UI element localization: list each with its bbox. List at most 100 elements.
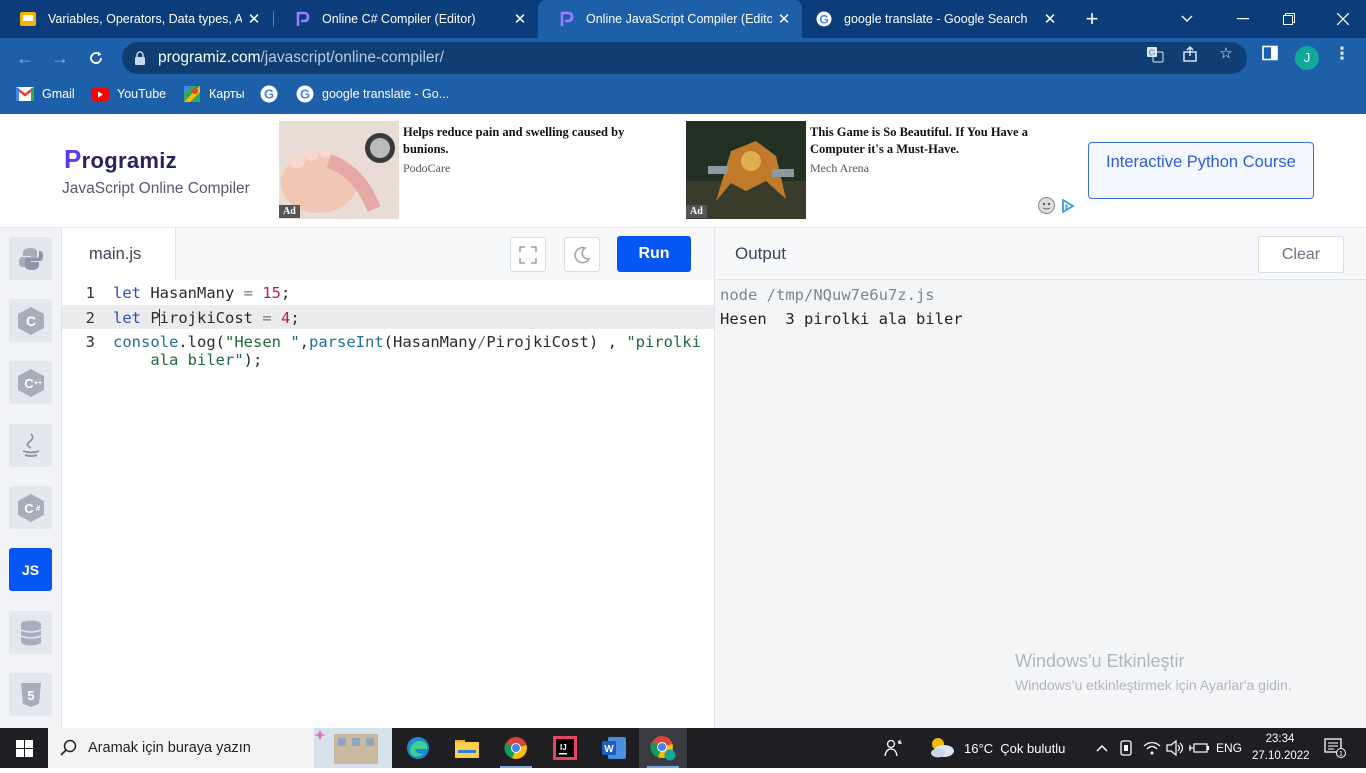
window-close-icon[interactable] [1320, 0, 1366, 38]
fullscreen-icon[interactable] [510, 237, 546, 272]
google-icon: G [816, 11, 832, 27]
cpp-icon[interactable]: C ++ [9, 361, 52, 404]
programiz-logo[interactable]: Programiz [64, 144, 177, 175]
back-arrow-icon[interactable]: ← [12, 46, 38, 70]
taskbar-clock[interactable]: 23:34 27.10.2022 [1252, 731, 1310, 765]
ad-headline: Helps reduce pain and swelling caused by… [403, 125, 625, 156]
svg-text:5: 5 [27, 688, 34, 703]
meet-now-icon[interactable] [1120, 728, 1134, 768]
line-number: 1 [85, 284, 95, 302]
url-text: programiz.com/javascript/online-compiler… [158, 49, 444, 67]
bookmark-youtube[interactable]: YouTube [91, 78, 166, 110]
svg-text:C: C [24, 501, 34, 516]
sql-database-icon[interactable] [9, 611, 52, 654]
logo-text: rogramiz [81, 148, 177, 173]
browser-tab-4[interactable]: G google translate - Google Search ✕ [802, 0, 1068, 38]
close-icon[interactable]: ✕ [508, 10, 532, 28]
c-language-icon[interactable]: C [9, 299, 52, 342]
bookmark-label: google translate - Go... [322, 87, 450, 101]
forward-arrow-icon[interactable]: → [47, 46, 73, 70]
ad-choices[interactable] [1038, 197, 1075, 217]
translate-icon[interactable]: G [1146, 45, 1164, 63]
word-icon[interactable]: W [590, 728, 638, 768]
python-icon[interactable] [9, 237, 52, 280]
tab-search-chevron-icon[interactable] [1164, 0, 1210, 38]
java-icon[interactable] [9, 424, 52, 467]
browser-tab-1[interactable]: Variables, Operators, Data types, Alg ✕ [0, 0, 272, 38]
output-panel: Output Clear node /tmp/NQuw7e6u7z.js Hes… [714, 228, 1366, 728]
csharp-icon[interactable]: C # [9, 486, 52, 529]
volume-icon[interactable] [1166, 728, 1184, 768]
dark-mode-moon-icon[interactable] [564, 237, 600, 272]
close-icon[interactable]: ✕ [1038, 10, 1062, 28]
browser-tab-3-active[interactable]: Online JavaScript Compiler (Editor) ✕ [538, 0, 802, 38]
activation-watermark-text: Windows'u etkinleştirmek için Ayarlar'a … [1015, 677, 1292, 693]
share-icon[interactable] [1182, 45, 1200, 63]
file-tab-main-js[interactable]: main.js [62, 228, 176, 280]
svg-text:G: G [819, 13, 828, 27]
ad-source: Mech Arena [810, 161, 869, 175]
bookmark-google-translate[interactable]: G google translate - Go... [296, 78, 449, 110]
new-tab-plus-icon[interactable]: + [1080, 6, 1104, 32]
bookmark-label: Gmail [42, 87, 75, 101]
svg-text:++: ++ [33, 380, 41, 387]
side-panel-icon[interactable] [1261, 45, 1279, 63]
bookmark-google[interactable]: G [260, 78, 286, 110]
code-text: let HasanMany = 15; [113, 284, 291, 302]
svg-text:C: C [25, 313, 35, 329]
interactive-python-course-button[interactable]: Interactive Python Course [1088, 142, 1314, 199]
chrome-profile-icon[interactable] [639, 728, 687, 768]
edge-icon[interactable] [394, 728, 442, 768]
notification-center-icon[interactable]: 1 [1324, 728, 1346, 768]
close-icon[interactable]: ✕ [772, 10, 796, 28]
minimize-icon[interactable] [1220, 0, 1266, 38]
input-language[interactable]: ENG [1216, 728, 1242, 768]
battery-icon[interactable] [1189, 728, 1209, 768]
bookmark-star-icon[interactable]: ☆ [1217, 45, 1235, 63]
svg-text:#: # [35, 504, 40, 513]
search-placeholder: Aramak için buraya yazın [88, 740, 251, 756]
code-line: 3 console.log("Hesen ",parseInt(HasanMan… [62, 329, 714, 378]
wifi-icon[interactable] [1143, 728, 1161, 768]
ad-source: PodoCare [403, 161, 451, 175]
restore-icon[interactable] [1266, 0, 1312, 38]
gmail-icon [16, 86, 34, 102]
maps-icon [183, 86, 201, 102]
jetbrains-ide-icon[interactable]: IJ [541, 728, 589, 768]
svg-text:G: G [264, 87, 274, 102]
code-area[interactable]: 1 let HasanMany = 15; 2 let PirojkiCost … [62, 280, 714, 378]
run-button[interactable]: Run [617, 236, 691, 272]
address-bar[interactable]: programiz.com/javascript/online-compiler… [122, 42, 1247, 74]
taskbar-search[interactable]: Aramak için buraya yazın [48, 728, 392, 768]
tab-title: Online C# Compiler (Editor) [322, 12, 476, 26]
tab-title: Variables, Operators, Data types, Alg [48, 12, 242, 26]
svg-text:C: C [24, 376, 34, 391]
reload-icon[interactable] [83, 46, 109, 70]
tray-chevron-up-icon[interactable] [1096, 728, 1108, 768]
kebab-menu-icon[interactable]: ⋮ [1333, 45, 1351, 63]
html5-icon[interactable]: 5 [9, 673, 52, 716]
bookmark-maps[interactable]: Карты [183, 78, 245, 110]
clear-button[interactable]: Clear [1258, 236, 1344, 273]
profile-avatar[interactable]: J [1295, 46, 1319, 70]
output-console: node /tmp/NQuw7e6u7z.js Hesen 3 pirolki … [720, 283, 963, 331]
javascript-icon[interactable]: JS [9, 548, 52, 591]
ad-mech-arena[interactable]: Ad This Game is So Beautiful. If You Hav… [686, 121, 1066, 219]
windows-start-icon[interactable] [0, 728, 48, 768]
clock-time: 23:34 [1265, 733, 1295, 745]
close-icon[interactable]: ✕ [242, 10, 266, 28]
people-icon[interactable] [884, 728, 904, 768]
bookmark-gmail[interactable]: Gmail [16, 78, 75, 110]
browser-tab-2[interactable]: Online C# Compiler (Editor) ✕ [274, 0, 538, 38]
chrome-icon[interactable] [492, 728, 540, 768]
file-explorer-icon[interactable] [443, 728, 491, 768]
programiz-icon [558, 11, 574, 27]
svg-text:G: G [300, 87, 310, 102]
weather-text: 16°C Çok bulutlu [964, 740, 1066, 756]
weather-widget[interactable]: 16°C Çok bulutlu [928, 728, 1065, 768]
js-label: JS [21, 561, 40, 578]
svg-text:G: G [1149, 49, 1155, 58]
ad-podocare[interactable]: Ad Helps reduce pain and swelling caused… [279, 121, 659, 219]
site-header: Programiz JavaScript Online Compiler Ad … [0, 114, 1366, 228]
svg-text:W: W [604, 744, 614, 755]
